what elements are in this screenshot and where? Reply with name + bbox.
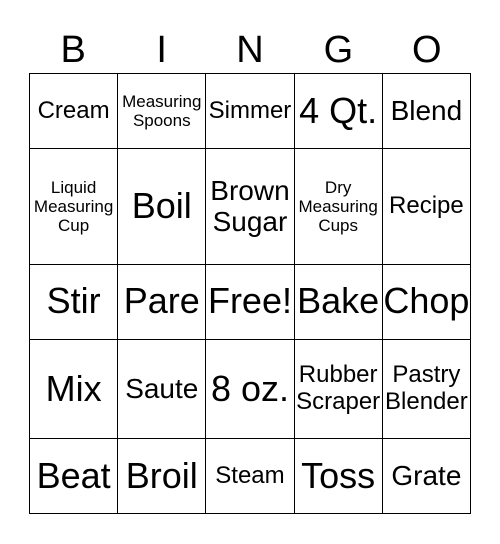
bingo-cell[interactable]: Broil [117,438,207,514]
bingo-cell[interactable]: Chop [381,263,472,340]
bingo-cell[interactable]: Free! [205,263,295,340]
bingo-cell[interactable]: Measuring Spoons [117,73,207,149]
bingo-cell[interactable]: 4 Qt. [293,73,383,149]
bingo-cell[interactable]: Boil [117,147,207,265]
bingo-cell[interactable]: Toss [293,438,383,514]
bingo-cell[interactable]: Steam [205,438,295,514]
header-letter-o: O [412,29,442,71]
bingo-cell[interactable]: Pare [117,263,207,340]
bingo-cell[interactable]: Cream [28,73,119,149]
header-letter-i: I [156,29,167,71]
bingo-cell[interactable]: Mix [28,338,119,440]
bingo-cell[interactable]: Grate [381,438,472,514]
bingo-cell[interactable]: Beat [28,438,119,514]
bingo-row: Liquid Measuring Cup Boil Brown Sugar Dry M… [28,147,472,265]
bingo-header: B I N G O [29,28,471,72]
header-letter-g: G [323,29,354,71]
bingo-cell[interactable]: Recipe [381,147,472,265]
header-letter-b: B [60,29,86,71]
header-letter-n: N [236,29,264,71]
bingo-cell[interactable]: Stir [28,263,119,340]
bingo-grid: Cream Measuring Spoons Simmer 4 Qt. Blend Liq… [28,73,472,514]
bingo-cell[interactable]: Simmer [205,73,295,149]
bingo-cell[interactable]: Bake [293,263,383,340]
bingo-cell[interactable]: Saute [117,338,207,440]
bingo-row: Cream Measuring Spoons Simmer 4 Qt. Blend [28,73,472,149]
bingo-row: Stir Pare Free! Bake Chop [28,263,472,340]
bingo-cell[interactable]: Pastry Blender [381,338,472,440]
bingo-cell[interactable]: Dry Measuring Cups [293,147,383,265]
bingo-row: Beat Broil Steam Toss Grate [28,438,472,514]
bingo-cell[interactable]: Brown Sugar [205,147,295,265]
bingo-row: Mix Saute 8 oz. Rubber Scraper Pastry Blende… [28,338,472,440]
bingo-cell[interactable]: Blend [381,73,472,149]
bingo-cell[interactable]: Rubber Scraper [293,338,383,440]
bingo-cell[interactable]: Liquid Measuring Cup [28,147,119,265]
bingo-cell[interactable]: 8 oz. [205,338,295,440]
